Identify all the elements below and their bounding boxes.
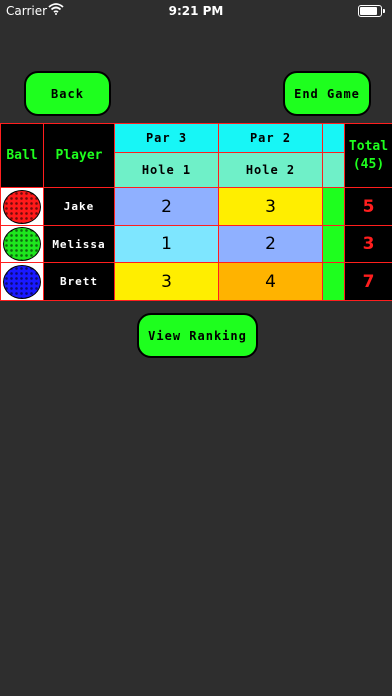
ball-cell (0, 187, 44, 226)
hole-2-header[interactable]: Hole 2 (218, 152, 323, 188)
score-cell[interactable]: 4 (218, 262, 323, 301)
total-score: 3 (344, 225, 392, 263)
ball-header: Ball (0, 123, 44, 188)
end-game-button[interactable]: End Game (283, 71, 371, 116)
table-row: Melissa 1 2 3 (0, 225, 392, 263)
score-cell[interactable]: 3 (114, 262, 219, 301)
player-name: Jake (43, 187, 115, 226)
table-row: Jake 2 3 5 (0, 187, 392, 226)
back-button[interactable]: Back (24, 71, 111, 116)
hole-extra-header (322, 152, 345, 188)
score-cell[interactable]: 3 (218, 187, 323, 226)
total-header-label: Total (348, 138, 389, 154)
battery-icon (358, 5, 385, 17)
score-cell[interactable]: 2 (218, 225, 323, 263)
score-cell[interactable]: 2 (114, 187, 219, 226)
golf-ball-icon (3, 227, 41, 261)
total-par-value: (45) (352, 156, 385, 172)
total-header: Total (45) (344, 123, 392, 188)
score-cell[interactable]: 1 (114, 225, 219, 263)
view-ranking-button[interactable]: View Ranking (137, 313, 258, 358)
total-score: 7 (344, 262, 392, 301)
total-score: 5 (344, 187, 392, 226)
par-header-hole-2: Par 2 (218, 123, 323, 153)
extra-cell (322, 225, 345, 263)
player-name: Melissa (43, 225, 115, 263)
extra-cell (322, 262, 345, 301)
hole-1-header[interactable]: Hole 1 (114, 152, 219, 188)
par-header-extra (322, 123, 345, 153)
extra-cell (322, 187, 345, 226)
golf-ball-icon (3, 189, 41, 224)
table-row: Brett 3 4 7 (0, 262, 392, 301)
golf-ball-icon (3, 264, 41, 299)
status-time: 9:21 PM (168, 4, 224, 18)
player-header: Player (43, 123, 115, 188)
scorecard-table: Ball Player Par 3 Par 2 Total (45) Hole … (0, 123, 392, 301)
status-bar: Carrier 9:21 PM (0, 0, 392, 22)
ball-cell (0, 225, 44, 263)
ball-cell (0, 262, 44, 301)
player-name: Brett (43, 262, 115, 301)
par-header-hole-1: Par 3 (114, 123, 219, 153)
